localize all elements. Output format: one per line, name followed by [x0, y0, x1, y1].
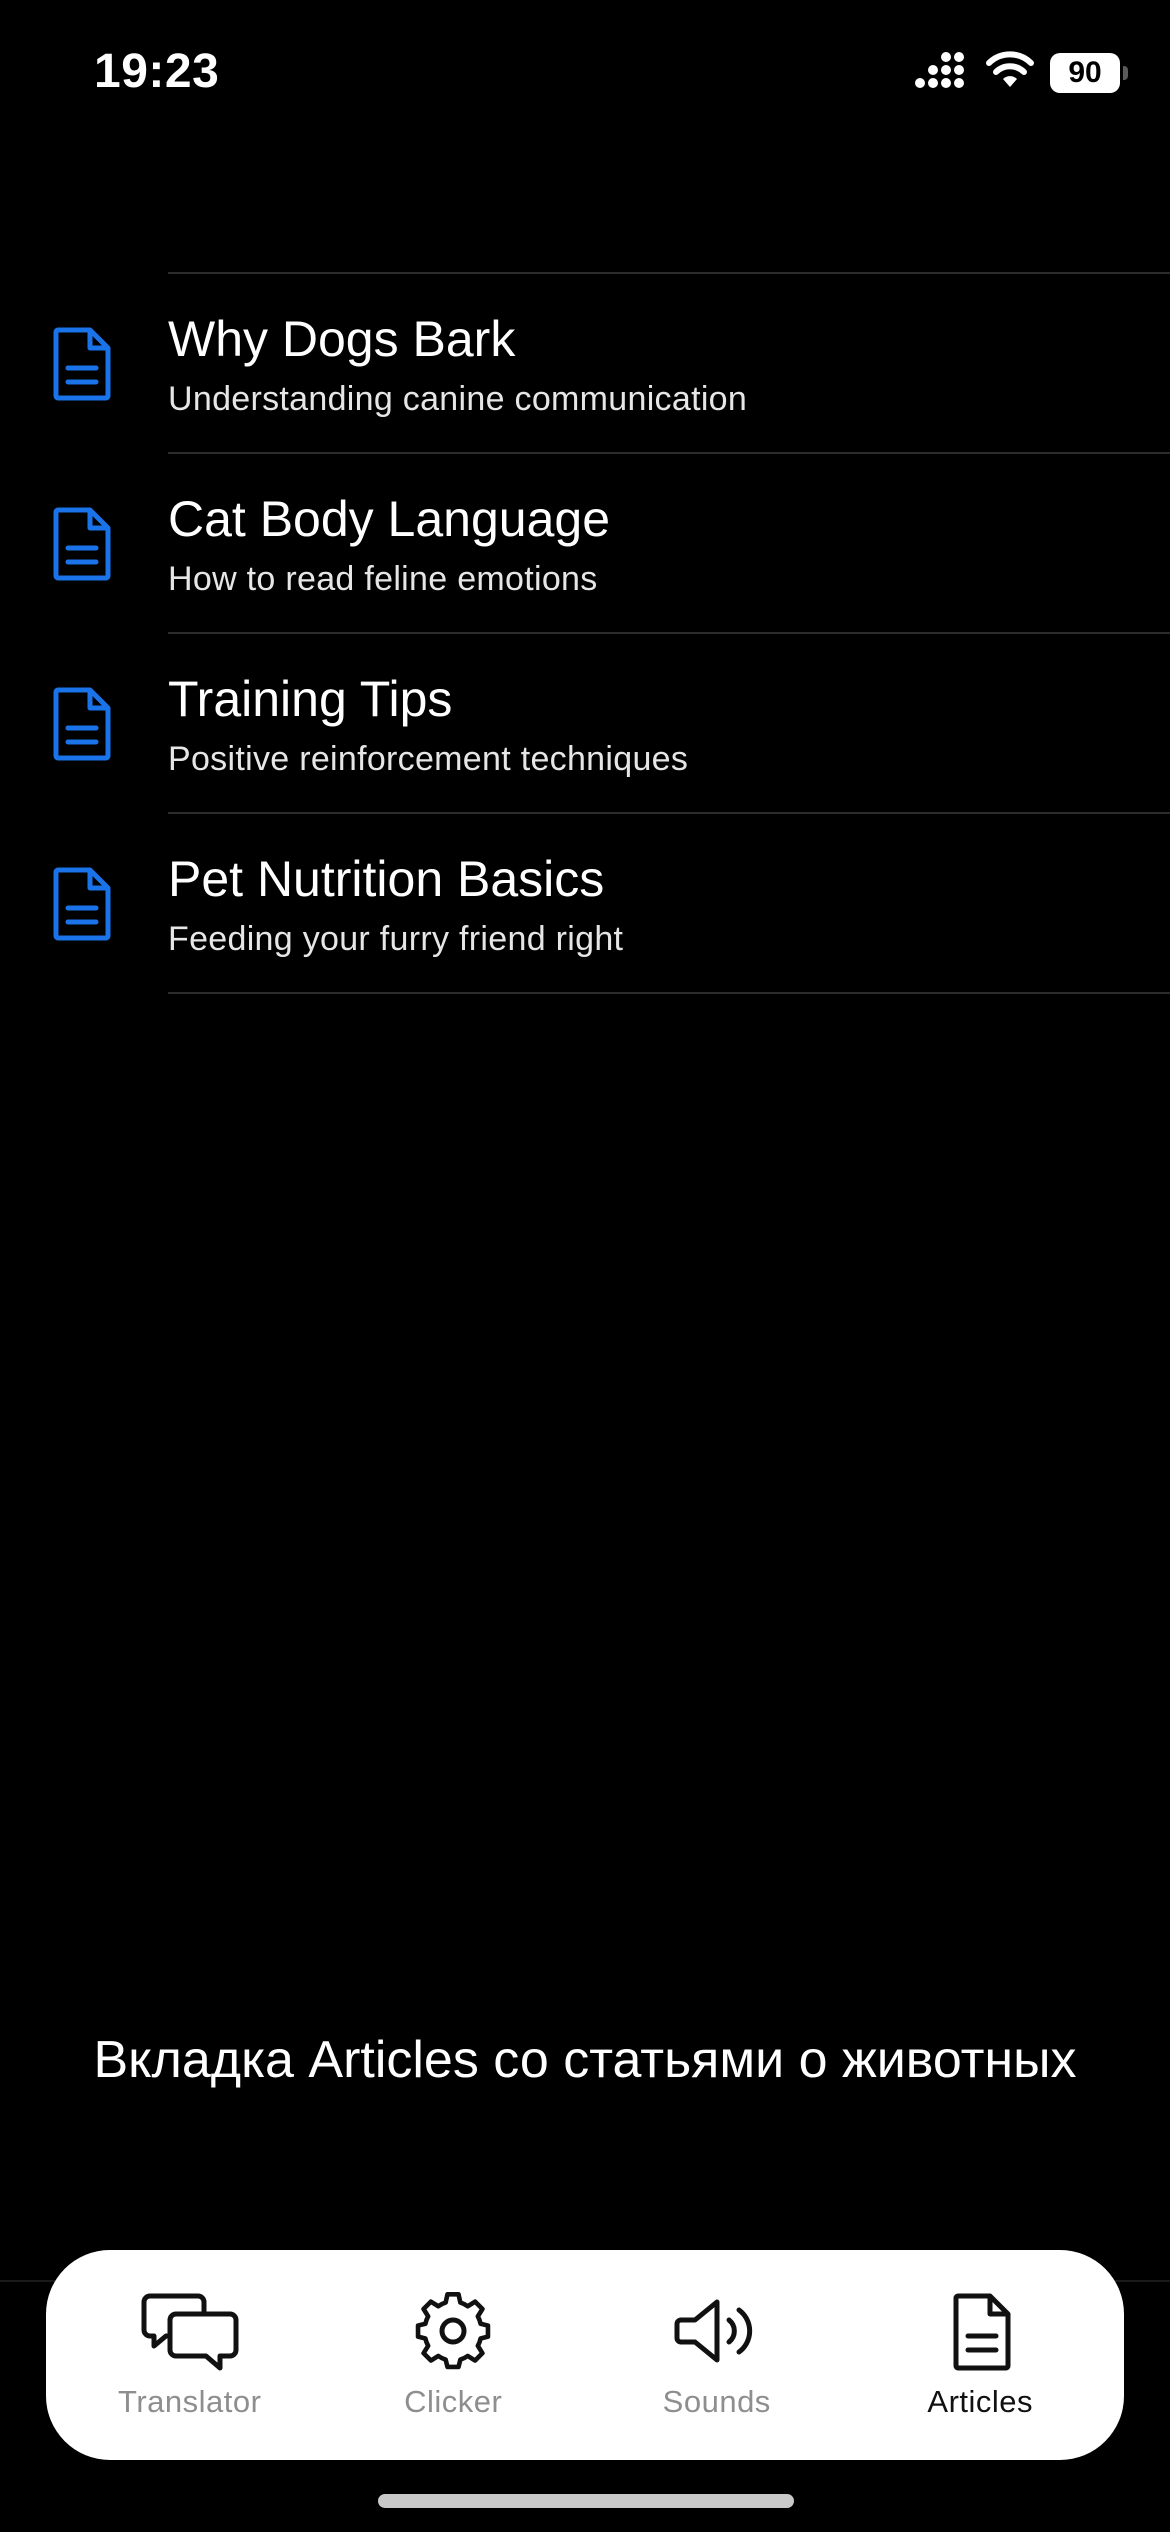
article-row-why-dogs-bark[interactable]: Why Dogs Bark Understanding canine commu… [0, 274, 1170, 454]
article-title: Pet Nutrition Basics [168, 851, 605, 907]
battery-cap [1123, 65, 1128, 80]
document-icon [953, 2293, 1011, 2371]
tab-clicker[interactable]: Clicker [333, 2260, 573, 2450]
article-row-training-tips[interactable]: Training Tips Positive reinforcement tec… [0, 634, 1170, 814]
home-indicator[interactable] [378, 2494, 794, 2508]
document-icon [53, 687, 111, 761]
article-subtitle: Feeding your furry friend right [168, 920, 624, 958]
article-row-pet-nutrition-basics[interactable]: Pet Nutrition Basics Feeding your furry … [0, 814, 1170, 994]
article-list: Why Dogs Bark Understanding canine commu… [0, 272, 1170, 994]
screen-caption: Вкладка Articles со статьями о животных [93, 2031, 1077, 2089]
tab-articles[interactable]: Articles [860, 2260, 1100, 2450]
document-icon [53, 507, 111, 581]
article-subtitle: How to read feline emotions [168, 560, 598, 598]
tab-translator[interactable]: Translator [70, 2260, 310, 2450]
article-title: Cat Body Language [168, 491, 611, 547]
wifi-icon [986, 51, 1034, 94]
battery-level: 90 [1068, 55, 1102, 89]
chat-bubbles-icon [141, 2293, 239, 2371]
article-row-cat-body-language[interactable]: Cat Body Language How to read feline emo… [0, 454, 1170, 634]
status-time: 19:23 [94, 45, 220, 98]
cellular-signal-icon [914, 50, 970, 95]
tab-label: Translator [118, 2384, 262, 2419]
tab-bar: Translator Clicker Sounds Articles [46, 2250, 1124, 2460]
gear-icon [415, 2291, 491, 2370]
row-divider [168, 992, 1170, 994]
article-title: Why Dogs Bark [168, 311, 516, 367]
status-bar: 19:23 90 [0, 0, 1170, 140]
battery-indicator: 90 [1050, 52, 1128, 93]
tab-sounds[interactable]: Sounds [597, 2260, 837, 2450]
speaker-icon [674, 2299, 752, 2363]
article-subtitle: Understanding canine communication [168, 380, 748, 418]
tab-label: Sounds [662, 2384, 771, 2419]
tab-label: Clicker [404, 2384, 503, 2419]
articles-screen: 19:23 90 Why Dogs Bark Understanding can… [0, 0, 1170, 2532]
article-subtitle: Positive reinforcement techniques [168, 740, 689, 778]
document-icon [53, 327, 111, 401]
article-title: Training Tips [168, 671, 453, 727]
document-icon [53, 867, 111, 941]
status-icons: 90 [914, 50, 1128, 95]
tab-label: Articles [927, 2384, 1034, 2419]
